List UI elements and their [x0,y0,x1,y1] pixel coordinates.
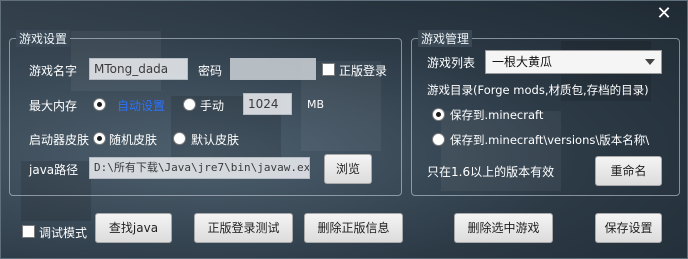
auto-setting-radio[interactable] [93,98,106,111]
launcher-skin-label: 启动器皮肤 [29,133,90,147]
game-name-label: 游戏名字 [29,64,78,78]
premium-login-checkbox[interactable] [322,63,335,76]
memory-unit: MB [307,98,325,111]
game-list-label: 游戏列表 [427,56,476,70]
manual-radio[interactable] [183,98,196,111]
memory-field[interactable]: 1024 [243,93,292,115]
browse-button[interactable]: 浏览 [324,154,372,184]
find-java-button[interactable]: 查找java [95,213,172,243]
password-label: 密码 [198,64,223,78]
max-memory-label: 最大内存 [29,99,78,113]
save-to-minecraft-label: 保存到.minecraft [450,108,544,122]
auto-setting-label[interactable]: 自动设置 [117,97,165,114]
java-path-field[interactable]: D:\所有下载\Java\jre7\bin\javaw.exe [89,157,310,179]
launcher-settings-window: ✕ 游戏设置 游戏名字 MTong_dada 密码 正版登录 最大内存 自动设置… [0,0,688,259]
random-skin-label: 随机皮肤 [109,133,158,147]
game-list-select[interactable]: 一根大黄瓜 [485,50,662,74]
test-premium-login-button[interactable]: 正版登录测试 [194,213,293,243]
debug-mode-checkbox[interactable] [22,225,35,238]
game-settings-title: 游戏设置 [16,30,71,47]
random-skin-radio[interactable] [93,132,106,145]
save-to-versions-radio[interactable] [432,133,445,146]
delete-premium-info-button[interactable]: 删除正版信息 [304,213,403,243]
debug-mode-label: 调试模式 [39,226,88,240]
save-to-versions-label: 保存到.minecraft\versions\版本名称\ [450,133,650,147]
default-skin-radio[interactable] [173,132,186,145]
chevron-down-icon [645,59,655,65]
password-field[interactable] [230,58,316,80]
save-settings-button[interactable]: 保存设置 [595,213,662,243]
delete-selected-game-button[interactable]: 删除选中游戏 [454,213,553,243]
manual-label: 手动 [200,99,225,113]
default-skin-label: 默认皮肤 [191,133,240,147]
game-management-title: 游戏管理 [418,30,473,47]
game-name-field[interactable]: MTong_dada [89,58,188,80]
rename-button[interactable]: 重命名 [595,156,662,186]
version-note: 只在1.6以上的版本有效 [427,165,555,179]
game-list-selected: 一根大黄瓜 [492,55,553,69]
premium-login-label: 正版登录 [339,64,388,78]
close-icon[interactable]: ✕ [653,3,675,25]
game-dir-label: 游戏目录(Forge mods,材质包,存档的目录) [427,83,649,97]
java-path-label: java路径 [29,163,79,177]
save-to-minecraft-radio[interactable] [432,108,445,121]
